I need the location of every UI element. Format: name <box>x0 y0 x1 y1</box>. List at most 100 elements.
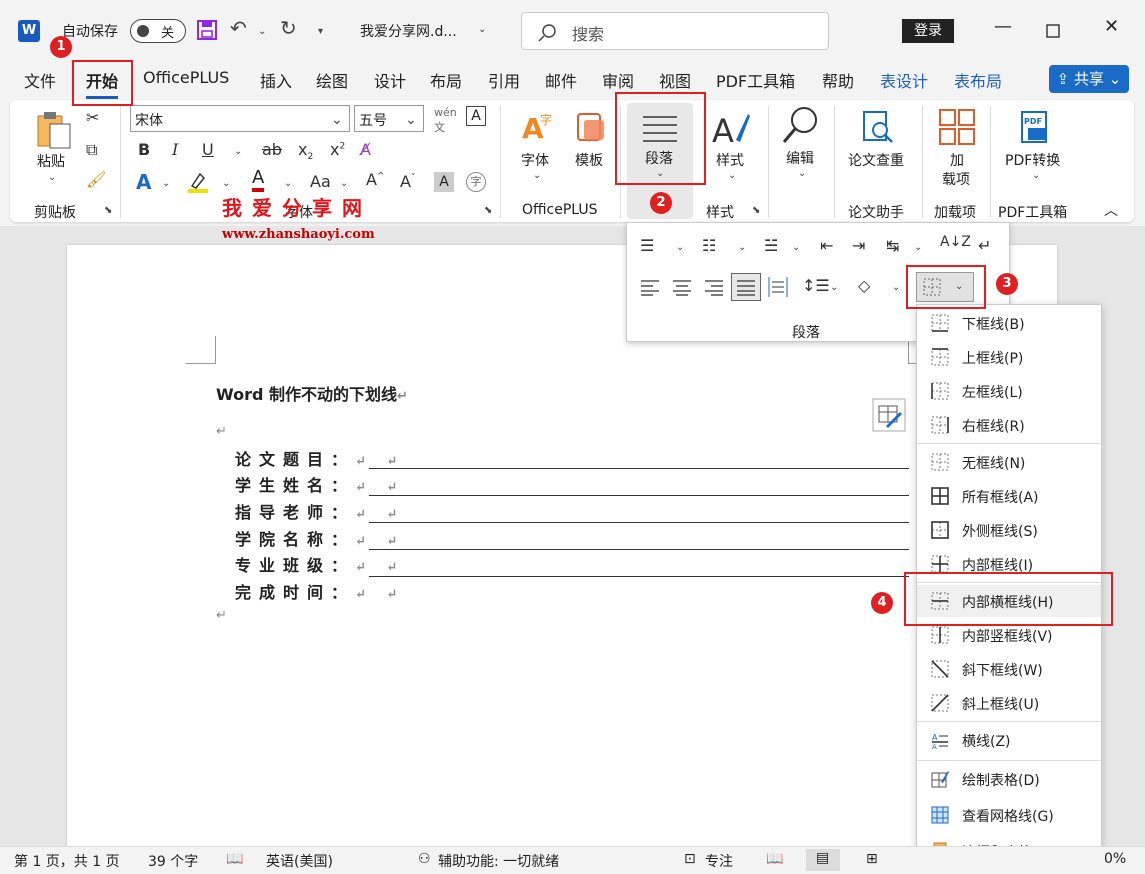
underline-dropdown-icon[interactable]: ⌄ <box>234 146 242 157</box>
show-marks-icon[interactable]: ↵ <box>978 236 991 255</box>
line-spacing-icon[interactable]: ↕☰ <box>802 276 830 295</box>
edit-dropdown-icon[interactable]: ⌄ <box>798 168 806 179</box>
bullets-icon[interactable]: ☰ <box>640 236 654 255</box>
clipboard-launcher-icon[interactable]: ⬊ <box>104 205 112 216</box>
print-layout-button[interactable]: ▤ <box>806 849 840 871</box>
phonetic-guide-icon[interactable]: wén 文 <box>434 106 457 135</box>
tab-layout[interactable]: 布局 <box>430 68 462 92</box>
web-layout-icon[interactable]: ⊞ <box>866 851 878 867</box>
pdf-dropdown-icon[interactable]: ⌄ <box>1032 170 1040 181</box>
close-icon[interactable]: ✕ <box>1104 16 1119 37</box>
font-size-select[interactable]: 五号 ⌄ <box>354 105 424 132</box>
char-shading-icon[interactable]: A <box>434 172 454 192</box>
char-spacing-icon[interactable]: ↹ <box>886 236 899 255</box>
styles-icon[interactable]: A <box>712 108 752 148</box>
collapse-ribbon-icon[interactable]: ︿ <box>1104 200 1118 220</box>
numbering-icon[interactable]: ☷ <box>702 236 716 255</box>
tab-review[interactable]: 审阅 <box>602 68 634 92</box>
read-mode-icon[interactable]: 📖 <box>766 851 783 867</box>
tab-view[interactable]: 视图 <box>659 68 691 92</box>
distributed-icon[interactable] <box>768 276 788 298</box>
font-color-dropdown-icon[interactable]: ⌄ <box>284 178 292 189</box>
align-right-icon[interactable] <box>704 278 724 296</box>
tab-help[interactable]: 帮助 <box>822 68 854 92</box>
highlight-icon[interactable] <box>186 170 210 194</box>
strikethrough-icon[interactable]: ab <box>262 140 282 159</box>
bullets-dropdown-icon[interactable]: ⌄ <box>676 242 684 253</box>
tab-design[interactable]: 设计 <box>374 68 406 92</box>
change-case-icon[interactable]: Aa <box>310 172 331 191</box>
undo-dropdown-icon[interactable]: ⌄ <box>258 26 266 37</box>
char-border-icon[interactable]: A <box>466 106 486 126</box>
focus-mode[interactable]: 专注 <box>705 851 733 871</box>
accessibility-status[interactable]: 辅助功能: 一切就绪 <box>438 851 559 871</box>
change-case-dropdown-icon[interactable]: ⌄ <box>340 178 348 189</box>
proofing-icon[interactable]: 📖 <box>226 851 243 867</box>
subscript-icon[interactable]: x2 <box>298 140 313 162</box>
decrease-indent-icon[interactable]: ⇤ <box>820 236 833 255</box>
language-indicator[interactable]: 英语(美国) <box>266 851 333 871</box>
paste-dropdown-icon[interactable]: ⌄ <box>48 172 56 183</box>
shading-dropdown-icon[interactable]: ⌄ <box>892 282 900 293</box>
minimize-icon[interactable]: — <box>994 16 1012 37</box>
maximize-icon[interactable] <box>1046 24 1060 38</box>
font-launcher-icon[interactable]: ⬊ <box>484 205 492 216</box>
styles-launcher-icon[interactable]: ⬊ <box>752 205 760 216</box>
tab-officeplus[interactable]: OfficePLUS <box>143 68 229 87</box>
border-menu-item[interactable]: 绘制表格(D) <box>917 763 1101 795</box>
search-input[interactable]: 搜索 <box>521 12 829 50</box>
multilevel-list-icon[interactable]: ☱ <box>764 236 778 255</box>
share-button[interactable]: ⇪ 共享 ⌄ <box>1049 65 1129 93</box>
addins-icon[interactable] <box>938 108 976 146</box>
border-menu-item[interactable]: 斜上框线(U) <box>917 687 1101 719</box>
bold-icon[interactable]: B <box>138 140 150 159</box>
tab-references[interactable]: 引用 <box>488 68 520 92</box>
border-menu-item[interactable]: 无框线(N) <box>917 446 1101 478</box>
clear-formatting-icon[interactable]: A̸ <box>360 140 371 159</box>
tab-mailings[interactable]: 邮件 <box>545 68 577 92</box>
border-menu-item[interactable]: 左框线(L) <box>917 375 1101 407</box>
shading-icon[interactable]: ◇ <box>858 276 870 295</box>
tab-pdf-tools[interactable]: PDF工具箱 <box>716 68 795 92</box>
border-menu-item[interactable]: 所有框线(A) <box>917 480 1101 512</box>
template-icon[interactable] <box>574 110 608 144</box>
highlight-dropdown-icon[interactable]: ⌄ <box>222 178 230 189</box>
border-menu-item[interactable]: 外侧框线(S) <box>917 514 1101 546</box>
superscript-icon[interactable]: x2 <box>330 140 345 159</box>
edit-search-icon[interactable] <box>780 104 822 146</box>
customize-qat-icon[interactable]: ▾ <box>318 26 323 37</box>
enclose-char-icon[interactable]: 字 <box>466 172 486 192</box>
numbering-dropdown-icon[interactable]: ⌄ <box>738 242 746 253</box>
quick-table-layout-icon[interactable] <box>872 398 906 432</box>
border-menu-item[interactable]: 右框线(R) <box>917 409 1101 441</box>
officeplus-font-dropdown-icon[interactable]: ⌄ <box>533 170 541 181</box>
border-menu-item[interactable]: A A 横线(Z) <box>917 724 1101 756</box>
text-effects-icon[interactable]: A <box>136 170 151 194</box>
increase-indent-icon[interactable]: ⇥ <box>852 236 865 255</box>
styles-dropdown-icon[interactable]: ⌄ <box>728 170 736 181</box>
align-left-icon[interactable] <box>640 278 660 296</box>
cut-icon[interactable]: ✂ <box>86 108 99 127</box>
autosave-toggle[interactable]: 关 <box>130 19 186 43</box>
officeplus-font-icon[interactable]: A 字 <box>520 110 554 144</box>
char-spacing-dropdown-icon[interactable]: ⌄ <box>914 242 922 253</box>
tab-insert[interactable]: 插入 <box>260 68 292 92</box>
title-dropdown-icon[interactable]: ⌄ <box>478 24 486 35</box>
grow-font-icon[interactable]: A^ <box>366 170 385 189</box>
border-menu-item[interactable]: 下框线(B) <box>917 307 1101 339</box>
shrink-font-icon[interactable]: Aˇ <box>400 172 415 191</box>
align-center-icon[interactable] <box>672 278 692 296</box>
copy-icon[interactable]: ⧉ <box>86 140 97 160</box>
border-menu-item[interactable]: 查看网格线(G) <box>917 799 1101 831</box>
redo-icon[interactable]: ↻ <box>280 16 297 40</box>
justify-button[interactable] <box>731 273 761 301</box>
text-effects-dropdown-icon[interactable]: ⌄ <box>162 178 170 189</box>
zoom-level[interactable]: 0% <box>1104 851 1126 867</box>
login-button[interactable]: 登录 <box>902 19 954 43</box>
paper-check-icon[interactable] <box>860 110 896 146</box>
word-count[interactable]: 39 个字 <box>148 851 198 871</box>
line-spacing-dropdown-icon[interactable]: ⌄ <box>830 282 838 293</box>
format-painter-icon[interactable]: 🖌 <box>86 170 106 189</box>
font-name-select[interactable]: 宋体 ⌄ <box>130 105 350 132</box>
multilevel-dropdown-icon[interactable]: ⌄ <box>792 242 800 253</box>
